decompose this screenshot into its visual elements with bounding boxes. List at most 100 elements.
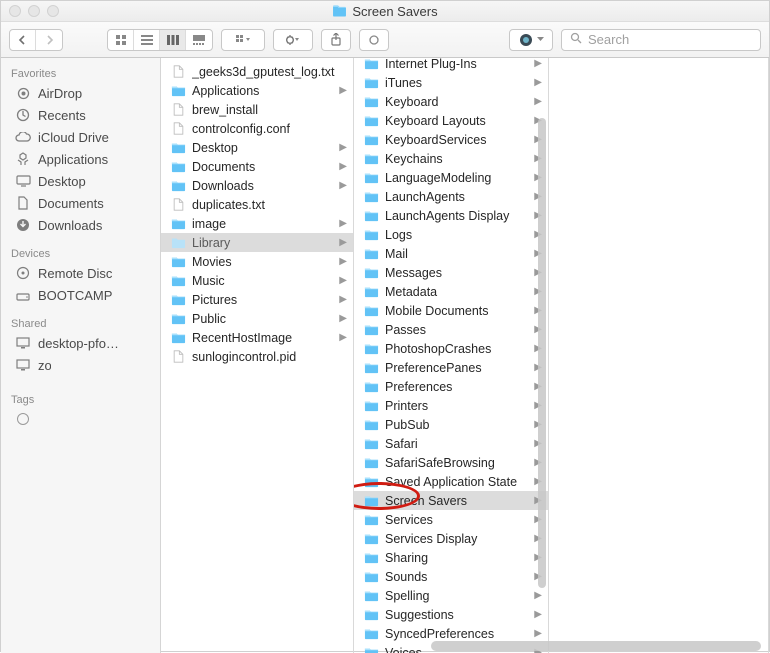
gallery-view-button[interactable]	[186, 30, 212, 50]
item-label: Documents	[192, 160, 333, 174]
list-item[interactable]: Printers▶	[354, 396, 548, 415]
folder-icon	[364, 361, 379, 374]
share-button[interactable]	[321, 29, 351, 51]
zoom-button[interactable]	[47, 5, 59, 17]
list-item[interactable]: Library▶	[161, 233, 353, 252]
sidebar-item-desktop[interactable]: Desktop	[1, 170, 160, 192]
folder-icon	[171, 217, 186, 230]
list-item[interactable]: Pictures▶	[161, 290, 353, 309]
folder-icon	[171, 179, 186, 192]
scrollbar-horizontal[interactable]	[431, 641, 761, 651]
disc-icon	[15, 266, 31, 280]
sidebar-item-shared-1[interactable]: desktop-pfo…	[1, 332, 160, 354]
chevron-right-icon: ▶	[339, 237, 347, 248]
item-label: Printers	[385, 399, 528, 413]
sidebar-item-documents[interactable]: Documents	[1, 192, 160, 214]
tags-button[interactable]	[359, 29, 389, 51]
toolbar: Search	[1, 22, 769, 58]
list-item[interactable]: Downloads▶	[161, 176, 353, 195]
close-button[interactable]	[9, 5, 21, 17]
list-item[interactable]: Mail▶	[354, 244, 548, 263]
chevron-right-icon: ▶	[339, 294, 347, 305]
list-item[interactable]: PreferencePanes▶	[354, 358, 548, 377]
list-item[interactable]: iTunes▶	[354, 73, 548, 92]
sidebar-item-shared-2[interactable]: zo	[1, 354, 160, 376]
item-label: Passes	[385, 323, 528, 337]
folder-icon	[364, 285, 379, 298]
list-item[interactable]: Safari▶	[354, 434, 548, 453]
document-icon	[171, 65, 186, 78]
item-label: duplicates.txt	[192, 198, 347, 212]
list-item[interactable]: Spelling▶	[354, 586, 548, 605]
airdrop-icon	[15, 86, 31, 101]
chevron-right-icon: ▶	[339, 313, 347, 324]
list-item[interactable]: PubSub▶	[354, 415, 548, 434]
list-item[interactable]: duplicates.txt	[161, 195, 353, 214]
list-item[interactable]: image▶	[161, 214, 353, 233]
section-devices: Devices	[1, 244, 160, 262]
sidebar-item-airdrop[interactable]: AirDrop	[1, 82, 160, 104]
list-item[interactable]: KeyboardServices▶	[354, 130, 548, 149]
list-item[interactable]: Movies▶	[161, 252, 353, 271]
list-item[interactable]: LaunchAgents Display▶	[354, 206, 548, 225]
list-item[interactable]: brew_install	[161, 100, 353, 119]
icon-view-button[interactable]	[108, 30, 134, 50]
list-item[interactable]: sunlogincontrol.pid	[161, 347, 353, 366]
sidebar-tag-all[interactable]	[1, 408, 160, 430]
list-item[interactable]: Keyboard▶	[354, 92, 548, 111]
list-item[interactable]: LaunchAgents▶	[354, 187, 548, 206]
list-item[interactable]: Sounds▶	[354, 567, 548, 586]
list-item[interactable]: controlconfig.conf	[161, 119, 353, 138]
list-item[interactable]: Music▶	[161, 271, 353, 290]
list-item[interactable]: Internet Plug-Ins▶	[354, 58, 548, 73]
list-item[interactable]: Logs▶	[354, 225, 548, 244]
list-item[interactable]: Desktop▶	[161, 138, 353, 157]
folder-icon	[364, 133, 379, 146]
list-item[interactable]: Public ▶	[161, 309, 353, 328]
list-item[interactable]: Services▶	[354, 510, 548, 529]
minimize-button[interactable]	[28, 5, 40, 17]
item-label: Safari	[385, 437, 528, 451]
action-button[interactable]	[273, 29, 313, 51]
list-item[interactable]: Applications▶	[161, 81, 353, 100]
forward-button[interactable]	[36, 30, 62, 50]
list-item[interactable]: Mobile Documents▶	[354, 301, 548, 320]
list-item[interactable]: Keyboard Layouts▶	[354, 111, 548, 130]
list-view-button[interactable]	[134, 30, 160, 50]
arrange-button[interactable]	[221, 29, 265, 51]
search-field[interactable]: Search	[561, 29, 761, 51]
list-item[interactable]: Documents▶	[161, 157, 353, 176]
list-item[interactable]: Messages▶	[354, 263, 548, 282]
scrollbar-vertical[interactable]	[538, 118, 546, 588]
list-item[interactable]: RecentHostImage▶	[161, 328, 353, 347]
titlebar: Screen Savers	[1, 1, 769, 22]
sidebar-item-icloud[interactable]: iCloud Drive	[1, 126, 160, 148]
item-label: Public	[192, 312, 333, 326]
column-3	[549, 58, 769, 653]
list-item[interactable]: Metadata▶	[354, 282, 548, 301]
sidebar-item-recents[interactable]: Recents	[1, 104, 160, 126]
chevron-right-icon: ▶	[534, 96, 542, 107]
sidebar-item-downloads[interactable]: Downloads	[1, 214, 160, 236]
sidebar-item-bootcamp[interactable]: BOOTCAMP	[1, 284, 160, 306]
item-label: Music	[192, 274, 333, 288]
section-favorites: Favorites	[1, 64, 160, 82]
list-item[interactable]: Services Display▶	[354, 529, 548, 548]
list-item[interactable]: Keychains▶	[354, 149, 548, 168]
list-item[interactable]: Screen Savers▶	[354, 491, 548, 510]
sidebar-item-remote-disc[interactable]: Remote Disc	[1, 262, 160, 284]
list-item[interactable]: PhotoshopCrashes▶	[354, 339, 548, 358]
list-item[interactable]: Passes▶	[354, 320, 548, 339]
back-button[interactable]	[10, 30, 36, 50]
sidebar-item-apps[interactable]: Applications	[1, 148, 160, 170]
item-label: iTunes	[385, 76, 528, 90]
list-item[interactable]: _geeks3d_gputest_log.txt	[161, 62, 353, 81]
column-view-button[interactable]	[160, 30, 186, 50]
list-item[interactable]: LanguageModeling▶	[354, 168, 548, 187]
list-item[interactable]: Saved Application State▶	[354, 472, 548, 491]
list-item[interactable]: SafariSafeBrowsing▶	[354, 453, 548, 472]
list-item[interactable]: Suggestions▶	[354, 605, 548, 624]
list-item[interactable]: Preferences▶	[354, 377, 548, 396]
user-button[interactable]	[509, 29, 553, 51]
list-item[interactable]: Sharing▶	[354, 548, 548, 567]
